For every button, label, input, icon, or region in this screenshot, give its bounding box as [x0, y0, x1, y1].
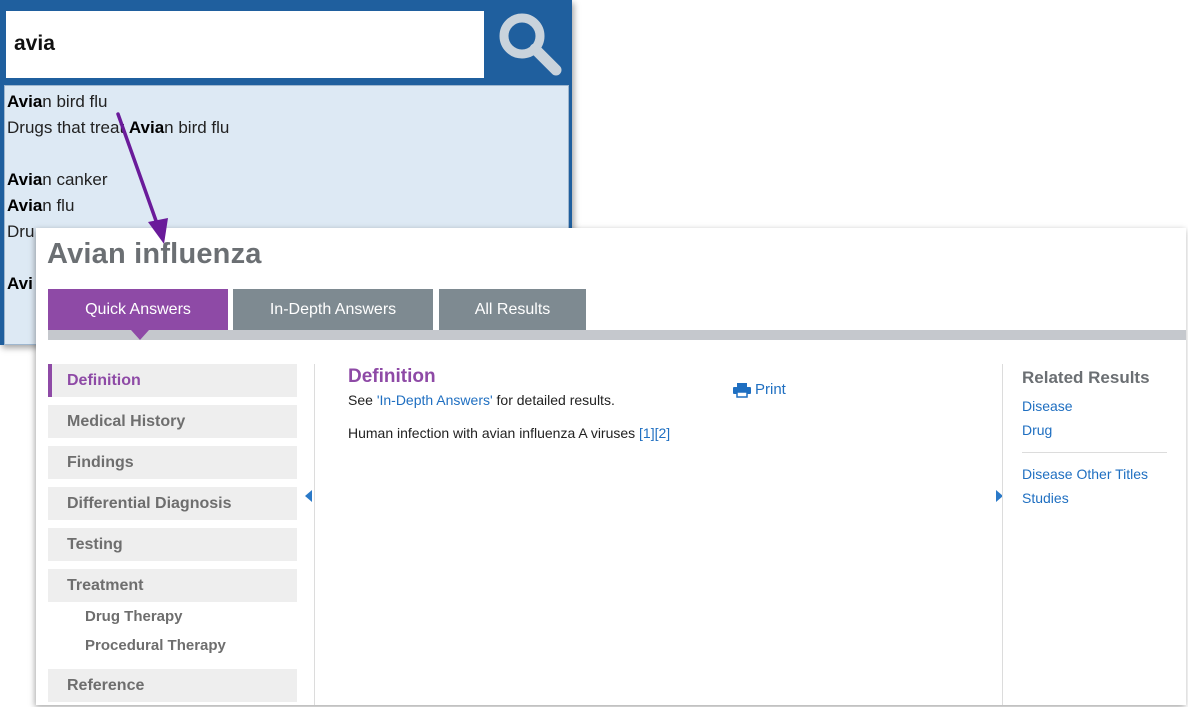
see-suffix: for detailed results. — [492, 392, 615, 408]
suggestion-match: Avia — [7, 170, 43, 189]
tab-quick-answers[interactable]: Quick Answers — [48, 289, 228, 330]
related-results: Related Results Disease Drug Disease Oth… — [1022, 368, 1182, 510]
suggestion-match: Avia — [7, 92, 43, 111]
print-button[interactable]: Print — [732, 381, 786, 398]
suggestion-rest: n bird flu — [164, 118, 230, 137]
definition-section: Definition See 'In-Depth Answers' for de… — [348, 364, 988, 441]
related-link-disease-other-titles[interactable]: Disease Other Titles — [1022, 462, 1182, 486]
suggestion-item[interactable]: Avian flu — [5, 193, 568, 219]
nav-subitem-procedural-therapy[interactable]: Procedural Therapy — [48, 631, 297, 660]
suggestion-partial: Avi — [7, 274, 33, 293]
suggestion-rest: n flu — [42, 196, 75, 215]
nav-subitem-drug-therapy[interactable]: Drug Therapy — [48, 602, 297, 631]
see-prefix: See — [348, 392, 377, 408]
suggestion-item[interactable]: Avian bird flu — [5, 89, 568, 115]
reference-link-2[interactable]: [2] — [655, 425, 671, 441]
suggestion-item[interactable]: Drugs that treat Avian bird flu — [5, 115, 568, 141]
in-depth-answers-link[interactable]: 'In-Depth Answers' — [377, 392, 493, 408]
section-nav: Definition Medical History Findings Diff… — [48, 364, 297, 705]
printer-icon — [733, 382, 751, 398]
nav-item-treatment[interactable]: Treatment — [48, 569, 297, 602]
search-input[interactable]: avia — [4, 9, 486, 80]
search-button[interactable] — [489, 5, 569, 81]
reference-link-1[interactable]: [1] — [639, 425, 655, 441]
search-query-text: avia — [14, 32, 55, 55]
related-link-drug[interactable]: Drug — [1022, 418, 1182, 442]
suggestion-prefix: Drugs that treat — [7, 118, 129, 137]
right-divider — [1002, 364, 1003, 705]
suggestion-match: Avia — [7, 196, 43, 215]
nav-item-testing[interactable]: Testing — [48, 528, 297, 561]
definition-text: Human infection with avian influenza A v… — [348, 425, 988, 441]
related-heading: Related Results — [1022, 368, 1150, 387]
tab-all-results[interactable]: All Results — [439, 289, 586, 330]
suggestion-match: Avia — [128, 118, 165, 137]
see-in-depth-line: See 'In-Depth Answers' for detailed resu… — [348, 392, 988, 408]
caret-left-icon[interactable] — [305, 490, 312, 502]
nav-item-medical-history[interactable]: Medical History — [48, 405, 297, 438]
related-separator — [1022, 452, 1167, 453]
related-link-studies[interactable]: Studies — [1022, 486, 1182, 510]
suggestion-rest: n canker — [42, 170, 108, 189]
magnifier-icon — [499, 13, 562, 76]
tab-in-depth-answers[interactable]: In-Depth Answers — [233, 289, 433, 330]
result-panel: Avian influenza Quick Answers In-Depth A… — [36, 228, 1186, 705]
nav-item-findings[interactable]: Findings — [48, 446, 297, 479]
section-heading: Definition — [348, 366, 436, 387]
tab-underline-bar — [48, 330, 1186, 340]
page-title: Avian influenza — [47, 238, 262, 270]
definition-body: Human infection with avian influenza A v… — [348, 425, 640, 441]
suggestion-item[interactable]: Avian canker — [5, 167, 568, 193]
related-link-disease[interactable]: Disease — [1022, 394, 1182, 418]
nav-item-definition[interactable]: Definition — [48, 364, 297, 397]
nav-item-reference[interactable]: Reference — [48, 669, 297, 702]
active-tab-pointer — [131, 330, 149, 340]
left-divider — [314, 364, 315, 705]
print-label: Print — [755, 381, 786, 398]
nav-item-differential-diagnosis[interactable]: Differential Diagnosis — [48, 487, 297, 520]
suggestion-rest: n bird flu — [42, 92, 108, 111]
suggestion-partial: Dru — [7, 222, 35, 241]
